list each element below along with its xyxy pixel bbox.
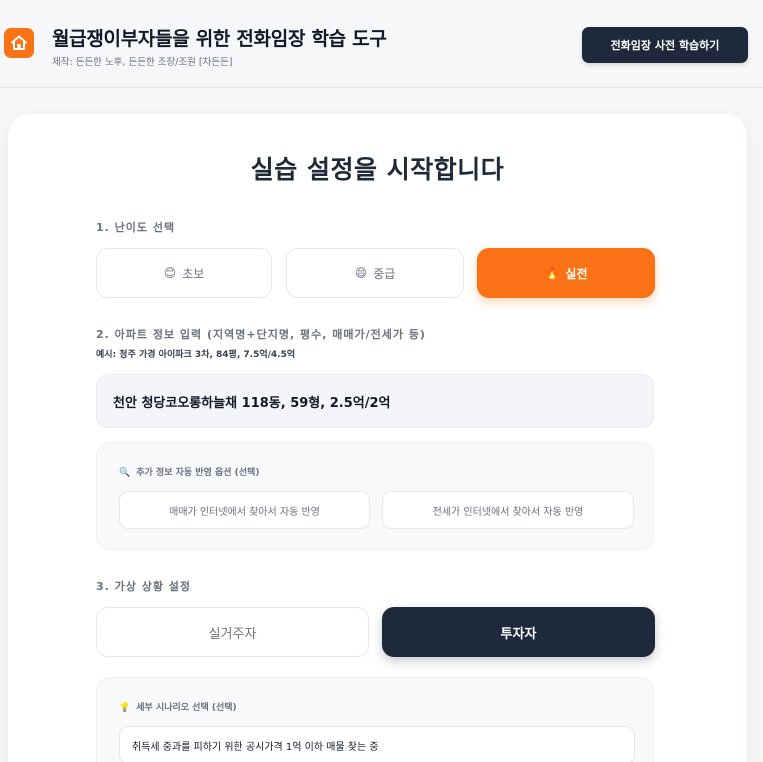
scenario-label: 💡 세부 시나리오 선택 (선택) xyxy=(119,700,237,713)
magnifier-icon: 🔍 xyxy=(119,468,131,478)
app-subtitle: 제작: 든든한 노후, 든든한 조장/조원 [차든든] xyxy=(52,57,233,68)
difficulty-beginner-button[interactable]: 😊 초보 xyxy=(96,248,272,298)
difficulty-intermediate-button[interactable]: 😄 중급 xyxy=(286,248,464,298)
auto-options-panel: 🔍 추가 정보 자동 반영 옵션 (선택) 매매가 인터넷에서 찾아서 자동 반영… xyxy=(96,442,654,550)
difficulty-expert-label: 실전 xyxy=(565,266,588,281)
fire-emoji-icon: 🔥 xyxy=(544,266,560,280)
app-header: 월급쟁이부자들을 위한 전화임장 학습 도구 제작: 든든한 노후, 든든한 조… xyxy=(0,0,763,88)
house-icon xyxy=(4,28,34,58)
auto-options-label: 🔍 추가 정보 자동 반영 옵션 (선택) xyxy=(119,465,259,478)
smile-emoji-icon: 😊 xyxy=(163,266,177,280)
prelearn-button[interactable]: 전화임장 사전 학습하기 xyxy=(582,27,748,63)
situation-label: 3. 가상 상황 설정 xyxy=(96,580,192,593)
difficulty-expert-button[interactable]: 🔥 실전 xyxy=(477,248,655,298)
apartment-label: 2. 아파트 정보 입력 (지역명+단지명, 평수, 매매가/전세가 등) xyxy=(96,328,426,341)
lightbulb-icon: 💡 xyxy=(119,703,131,713)
apartment-input[interactable]: 천안 청당코오롱하늘채 118동, 59형, 2.5억/2억 xyxy=(96,374,654,428)
auto-options-label-text: 추가 정보 자동 반영 옵션 (선택) xyxy=(136,468,260,478)
situation-resident-button[interactable]: 실거주자 xyxy=(96,607,369,657)
setup-title: 실습 설정을 시작합니다 xyxy=(250,155,505,184)
scenario-panel: 💡 세부 시나리오 선택 (선택) 취득세 중과를 피하기 위한 공시가격 1억 … xyxy=(96,677,654,762)
app-title: 월급쟁이부자들을 위한 전화임장 학습 도구 xyxy=(52,28,387,50)
setup-card xyxy=(8,114,747,762)
scenario-label-text: 세부 시나리오 선택 (선택) xyxy=(136,703,237,713)
auto-jeonse-price-button[interactable]: 전세가 인터넷에서 찾아서 자동 반영 xyxy=(382,491,634,529)
difficulty-beginner-label: 초보 xyxy=(182,266,205,281)
difficulty-intermediate-label: 중급 xyxy=(373,266,396,281)
difficulty-label: 1. 난이도 선택 xyxy=(96,221,176,234)
auto-sale-price-button[interactable]: 매매가 인터넷에서 찾아서 자동 반영 xyxy=(119,491,370,529)
situation-investor-button[interactable]: 투자자 xyxy=(382,607,655,657)
apartment-hint: 예시: 청주 가경 아이파크 3차, 84평, 7.5억/4.5억 xyxy=(96,350,296,360)
grin-emoji-icon: 😄 xyxy=(354,266,368,280)
scenario-select[interactable]: 취득세 중과를 피하기 위한 공시가격 1억 이하 매물 찾는 중 xyxy=(119,726,635,762)
